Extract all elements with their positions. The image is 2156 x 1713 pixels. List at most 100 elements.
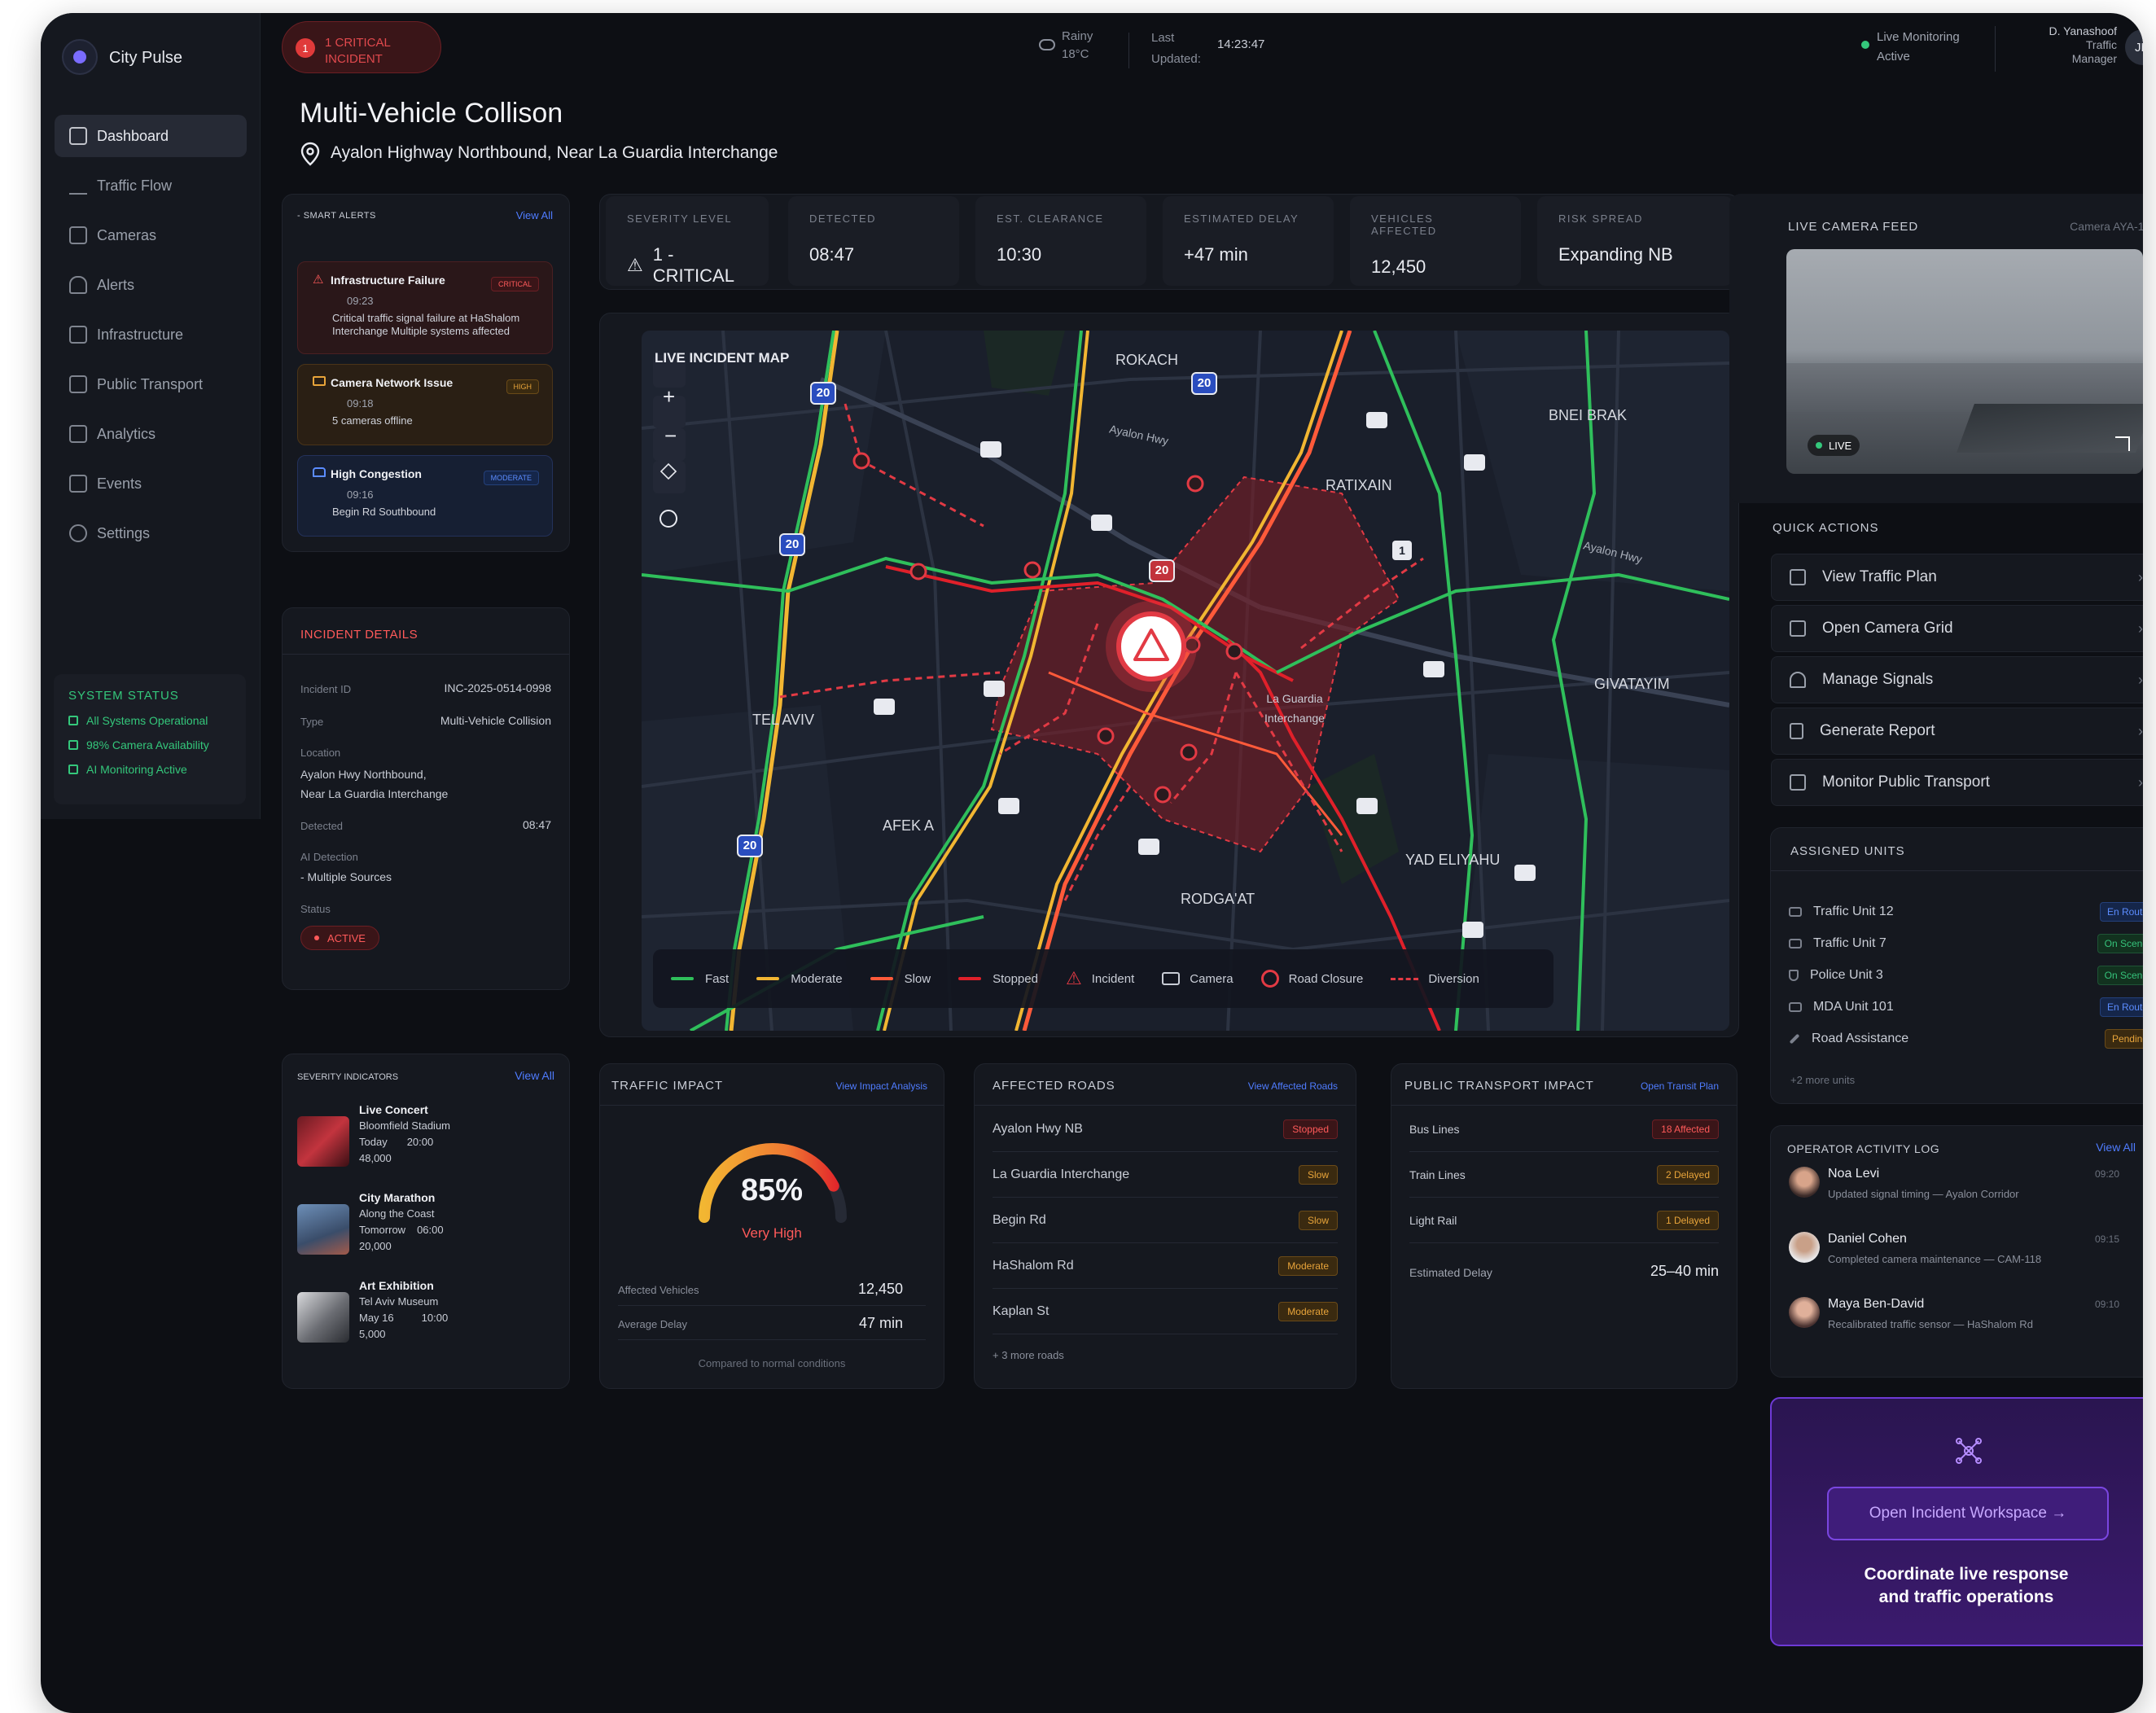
incident-details-title: INCIDENT DETAILS — [300, 628, 418, 642]
alert-card[interactable]: ⚠ Infrastructure Failure CRITICAL 09:23 … — [297, 261, 553, 354]
status-badge: En Route — [2099, 997, 2143, 1017]
divider — [1995, 26, 1996, 72]
camera-feed-video[interactable]: LIVE — [1786, 249, 2143, 474]
live-dot-icon — [1816, 442, 1822, 449]
page-title: Multi-Vehicle Collison — [300, 98, 563, 129]
camera-id: Camera AYA-112 — [2070, 220, 2143, 233]
status-badge: Moderate — [1278, 1301, 1338, 1321]
sidebar-item-analytics[interactable]: Analytics — [55, 413, 247, 455]
calendar-icon — [69, 475, 87, 493]
alert-card[interactable]: High Congestion MODERATE 09:16 Begin Rd … — [297, 455, 553, 537]
monitoring-label: Live Monitoring — [1877, 30, 1960, 44]
incident-map[interactable]: LIVE INCIDENT MAP + − ROKACH BNEI BRAK R… — [642, 331, 1729, 1031]
area-label: YAD ELIYAHU — [1405, 852, 1501, 868]
camera-icon — [69, 226, 87, 244]
affected-roads-title: AFFECTED ROADS — [993, 1079, 1115, 1093]
road-row[interactable]: Ayalon Hwy NB Stopped — [993, 1106, 1338, 1152]
cloud-icon — [1039, 39, 1055, 50]
status-badge: CRITICAL — [490, 277, 539, 291]
transport-delay: 25–40 min — [1650, 1263, 1719, 1279]
generate-report-button[interactable]: Generate Report › — [1771, 708, 2143, 755]
event-item[interactable]: Art Exhibition Tel Aviv Museum May 16 10:… — [297, 1279, 558, 1360]
activity-log-title: OPERATOR ACTIVITY LOG — [1787, 1142, 1940, 1155]
bell-icon — [69, 276, 87, 294]
impact-footnote: Compared to normal conditions — [698, 1357, 846, 1369]
car-icon — [313, 467, 326, 477]
kpi-delay: ESTIMATED DELAY +47 min — [1163, 196, 1334, 286]
live-dot-icon — [1861, 41, 1869, 49]
sidebar-item-cameras[interactable]: Cameras — [55, 214, 247, 256]
sidebar-item-dashboard[interactable]: Dashboard — [55, 115, 247, 157]
more-roads-link[interactable]: + 3 more roads — [993, 1349, 1064, 1361]
transport-impact-panel: PUBLIC TRANSPORT IMPACT Open Transit Pla… — [1391, 1063, 1738, 1389]
activity-item[interactable]: Daniel Cohen 09:15 Completed camera main… — [1789, 1232, 2143, 1265]
sidebar-item-alerts[interactable]: Alerts — [55, 264, 247, 306]
closure-icon — [1260, 970, 1279, 988]
smart-alerts-panel: - SMART ALERTS View All ⚠ Infrastructure… — [282, 194, 570, 552]
status-badge: MODERATE — [483, 471, 539, 485]
impact-percent: 85% — [740, 1173, 804, 1207]
event-item[interactable]: Live Concert Bloomfield Stadium Today 20:… — [297, 1103, 558, 1185]
impact-analysis-link[interactable]: View Impact Analysis — [836, 1080, 928, 1092]
kpi-risk-spread: RISK SPREAD Expanding NB — [1537, 196, 1733, 286]
legend-item: Fast — [671, 972, 729, 986]
activity-item[interactable]: Noa Levi 09:20 Updated signal timing — A… — [1789, 1167, 2143, 1200]
unit-row[interactable]: Traffic Unit 7On Scene — [1789, 931, 2143, 956]
smart-alerts-view-all[interactable]: View All — [516, 209, 553, 221]
critical-incident-pill[interactable]: 1 1 CRITICAL INCIDENT — [282, 21, 441, 73]
sidebar-item-traffic-flow[interactable]: Traffic Flow — [55, 164, 247, 207]
avatar[interactable]: JM — [2125, 29, 2143, 65]
view-traffic-plan-button[interactable]: View Traffic Plan › — [1771, 554, 2143, 601]
activity-view-all[interactable]: View All — [2096, 1141, 2136, 1154]
diversion-icon — [1391, 977, 1419, 980]
open-camera-grid-button[interactable]: Open Camera Grid › — [1771, 605, 2143, 652]
impact-level: Very High — [742, 1225, 802, 1241]
gear-icon — [69, 524, 87, 542]
monitor-transport-button[interactable]: Monitor Public Transport › — [1771, 759, 2143, 806]
sidebar-item-events[interactable]: Events — [55, 462, 247, 505]
area-label: RATIXAIN — [1326, 477, 1392, 493]
more-units-link[interactable]: +2 more units — [1790, 1074, 1855, 1086]
activity-item[interactable]: Maya Ben-David 09:10 Recalibrated traffi… — [1789, 1297, 2143, 1330]
transport-row[interactable]: Train Lines 2 Delayed — [1409, 1152, 1719, 1198]
expand-icon[interactable] — [2115, 436, 2130, 451]
transit-plan-link[interactable]: Open Transit Plan — [1641, 1080, 1719, 1092]
severity-view-all[interactable]: View All — [515, 1069, 554, 1082]
road-row[interactable]: Begin Rd Slow — [993, 1198, 1338, 1243]
legend-item: Slow — [870, 972, 931, 986]
incident-label: INCIDENT — [325, 52, 383, 66]
road-row[interactable]: La Guardia Interchange Slow — [993, 1152, 1338, 1198]
legend-item: Road Closure — [1260, 970, 1363, 988]
unit-row[interactable]: Police Unit 3On Scene — [1789, 963, 2143, 988]
zoom-in-button[interactable]: + — [663, 384, 675, 410]
shield-icon — [1789, 970, 1799, 981]
poi-label: La Guardia Interchange — [1264, 692, 1325, 725]
status-badge: Moderate — [1278, 1255, 1338, 1276]
unit-row[interactable]: Road AssistancePending — [1789, 1027, 2143, 1051]
weather-condition: Rainy — [1062, 29, 1093, 43]
assigned-units-panel: ASSIGNED UNITS Traffic Unit 12En Route T… — [1770, 827, 2143, 1104]
transport-row[interactable]: Bus Lines 18 Affected — [1409, 1106, 1719, 1152]
unit-row[interactable]: MDA Unit 101En Route — [1789, 995, 2143, 1019]
road-row[interactable]: Kaplan St Moderate — [993, 1289, 1338, 1334]
locate-icon[interactable] — [660, 510, 677, 528]
divider — [618, 1305, 926, 1306]
location-pin-icon — [300, 142, 320, 166]
event-item[interactable]: City Marathon Along the Coast Tomorrow 06… — [297, 1191, 558, 1273]
zoom-out-button[interactable]: − — [664, 423, 677, 449]
status-badge: Slow — [1298, 1210, 1338, 1230]
status-dot-icon — [314, 935, 319, 940]
sidebar-item-settings[interactable]: Settings — [55, 512, 247, 554]
manage-signals-button[interactable]: Manage Signals › — [1771, 656, 2143, 703]
road-row[interactable]: HaShalom Rd Moderate — [993, 1243, 1338, 1289]
affected-roads-link[interactable]: View Affected Roads — [1248, 1080, 1338, 1092]
open-workspace-button[interactable]: Open Incident Workspace → — [1827, 1487, 2109, 1540]
transport-row[interactable]: Light Rail 1 Delayed — [1409, 1198, 1719, 1243]
alert-card[interactable]: Camera Network Issue HIGH 09:18 5 camera… — [297, 364, 553, 445]
sidebar-item-infrastructure[interactable]: Infrastructure — [55, 313, 247, 356]
sidebar-item-public-transport[interactable]: Public Transport — [55, 363, 247, 405]
traffic-impact-panel: TRAFFIC IMPACT View Impact Analysis 85% … — [599, 1063, 944, 1389]
kpi-severity: SEVERITY LEVEL ⚠ 1 - CRITICAL — [606, 196, 769, 286]
chevron-right-icon: › — [2138, 568, 2143, 585]
unit-row[interactable]: Traffic Unit 12En Route — [1789, 900, 2143, 924]
